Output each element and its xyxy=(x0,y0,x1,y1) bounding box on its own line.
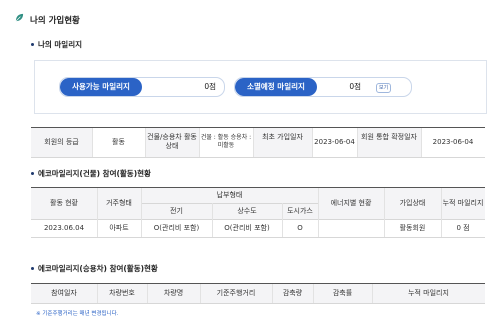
info-header-cell: 회원 통합 확정일자 xyxy=(361,133,417,141)
car-heading: 에코마일리지(승용차) 참여(활동)현황 xyxy=(38,264,158,273)
header-bottom-border xyxy=(31,219,485,220)
row-water: O(관리비 포함) xyxy=(224,223,270,232)
section-bullet xyxy=(31,172,34,175)
header-join: 가입상태 xyxy=(399,198,426,207)
info-value-cell: 활동 xyxy=(112,137,125,146)
available-mileage-pill: 사용가능 마일리지 0점 xyxy=(59,77,225,97)
row-date: 2023.06.04 xyxy=(43,223,85,232)
car-header-cell: 차량번호 xyxy=(109,288,135,297)
mileage-heading: 나의 마일리지 xyxy=(38,40,83,49)
page-title: 나의 가입현황 xyxy=(30,16,80,26)
table-top-border xyxy=(31,187,485,188)
info-value-cell: 2023-06-04 xyxy=(314,137,355,146)
header-gas: 도시가스 xyxy=(287,206,313,215)
table-bottom-border xyxy=(31,157,485,158)
info-header-cell: 건물/승용차 활동상태 xyxy=(147,133,197,150)
info-header-cell: 회원의 등급 xyxy=(44,137,79,146)
row-electricity: O(관리비 포함) xyxy=(153,223,200,232)
table-bottom-border xyxy=(31,303,485,304)
info-value-cell: 2023-06-04 xyxy=(432,137,474,146)
info-value-cell: 건물 : 활동 승용차 : 미활동 xyxy=(200,134,252,149)
cell-divider xyxy=(318,188,319,237)
car-header-cell: 누적 마일리지 xyxy=(408,288,449,297)
car-header-cell: 감축률 xyxy=(332,288,353,297)
available-mileage-value: 0점 xyxy=(204,82,216,91)
row-mileage: 0 점 xyxy=(456,223,470,232)
expiring-mileage-label: 소멸예정 마일리지 xyxy=(235,78,317,96)
header-cumulative: 누적 마일리지 xyxy=(442,198,484,207)
row-gas: O xyxy=(297,223,303,232)
header-payment: 납부형태 xyxy=(216,190,243,199)
header-electricity: 전기 xyxy=(170,206,183,215)
leaf-icon xyxy=(15,13,24,22)
help-button[interactable]: 보기 xyxy=(376,83,392,93)
header-water: 상수도 xyxy=(237,206,257,215)
section-bullet xyxy=(31,43,34,46)
row-housing: 아파트 xyxy=(109,223,129,232)
car-header-cell: 감축량 xyxy=(282,288,303,297)
info-header-cell: 최초 가입일자 xyxy=(262,133,303,141)
car-header-cell: 차량명 xyxy=(163,288,184,297)
available-mileage-label: 사용가능 마일리지 xyxy=(60,78,142,96)
header-activity: 활동 현황 xyxy=(50,198,78,207)
car-header-cell: 기준주행거리 xyxy=(216,288,256,297)
header-split-line xyxy=(141,203,318,204)
table-bottom-border xyxy=(31,237,485,238)
expiring-mileage-pill: 소멸예정 마일리지 0점 보기 xyxy=(234,77,412,97)
footnote: ※ 기준주행거리는 매년 변경됩니다. xyxy=(36,311,119,317)
row-join: 활동회원 xyxy=(399,223,426,232)
section-bullet xyxy=(31,267,34,270)
header-energy: 에너지별 현황 xyxy=(330,198,372,207)
building-heading: 에코마일리지(건물) 참여(활동)현황 xyxy=(38,169,151,178)
car-header-cell: 참여일자 xyxy=(51,288,77,297)
header-housing: 거주형태 xyxy=(106,198,132,207)
table-top-border xyxy=(31,283,485,284)
expiring-mileage-value: 0점 xyxy=(349,82,361,91)
